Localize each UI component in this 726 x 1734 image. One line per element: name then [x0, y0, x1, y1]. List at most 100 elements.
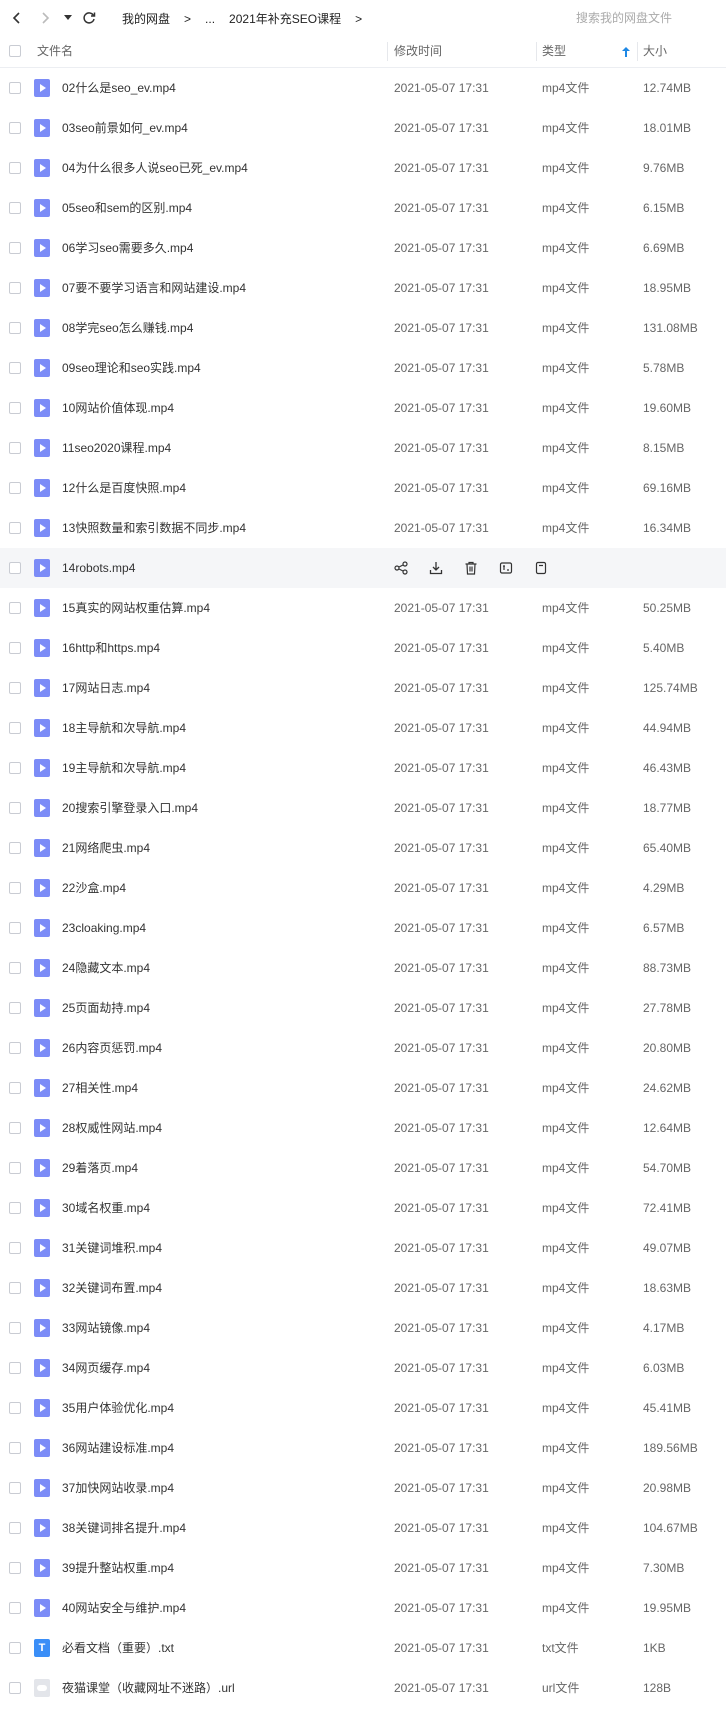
file-name[interactable]: 22沙盒.mp4	[62, 868, 126, 908]
row-checkbox[interactable]	[9, 82, 21, 94]
file-name[interactable]: 夜猫课堂（收藏网址不迷路）.url	[62, 1668, 235, 1708]
row-checkbox[interactable]	[9, 1042, 21, 1054]
file-row[interactable]: 14robots.mp4	[0, 548, 726, 588]
file-name[interactable]: 38关键词排名提升.mp4	[62, 1508, 186, 1548]
file-name[interactable]: 29着落页.mp4	[62, 1148, 138, 1188]
row-checkbox[interactable]	[9, 442, 21, 454]
row-checkbox[interactable]	[9, 402, 21, 414]
row-checkbox[interactable]	[9, 682, 21, 694]
file-name[interactable]: 32关键词布置.mp4	[62, 1268, 162, 1308]
file-row[interactable]: 19主导航和次导航.mp4 2021-05-07 17:31 mp4文件 46.…	[0, 748, 726, 788]
file-row[interactable]: 11seo2020课程.mp4 2021-05-07 17:31 mp4文件 8…	[0, 428, 726, 468]
file-row[interactable]: 28权威性网站.mp4 2021-05-07 17:31 mp4文件 12.64…	[0, 1108, 726, 1148]
row-checkbox[interactable]	[9, 1002, 21, 1014]
row-checkbox[interactable]	[9, 1562, 21, 1574]
file-row[interactable]: 16http和https.mp4 2021-05-07 17:31 mp4文件 …	[0, 628, 726, 668]
file-row[interactable]: 夜猫课堂（收藏网址不迷路）.url 2021-05-07 17:31 url文件…	[0, 1668, 726, 1708]
delete-icon[interactable]	[462, 559, 480, 577]
row-checkbox[interactable]	[9, 122, 21, 134]
file-name[interactable]: 33网站镜像.mp4	[62, 1308, 150, 1348]
file-row[interactable]: 38关键词排名提升.mp4 2021-05-07 17:31 mp4文件 104…	[0, 1508, 726, 1548]
file-row[interactable]: 35用户体验优化.mp4 2021-05-07 17:31 mp4文件 45.4…	[0, 1388, 726, 1428]
file-name[interactable]: 34网页缓存.mp4	[62, 1348, 150, 1388]
file-row[interactable]: 37加快网站收录.mp4 2021-05-07 17:31 mp4文件 20.9…	[0, 1468, 726, 1508]
file-row[interactable]: 32关键词布置.mp4 2021-05-07 17:31 mp4文件 18.63…	[0, 1268, 726, 1308]
column-header-name[interactable]: 文件名	[37, 36, 73, 67]
file-name[interactable]: 10网站价值体现.mp4	[62, 388, 174, 428]
file-row[interactable]: 30域名权重.mp4 2021-05-07 17:31 mp4文件 72.41M…	[0, 1188, 726, 1228]
file-row[interactable]: 15真实的网站权重估算.mp4 2021-05-07 17:31 mp4文件 5…	[0, 588, 726, 628]
file-name[interactable]: 17网站日志.mp4	[62, 668, 150, 708]
file-name[interactable]: 37加快网站收录.mp4	[62, 1468, 174, 1508]
search-input[interactable]	[574, 10, 718, 26]
file-row[interactable]: 31关键词堆积.mp4 2021-05-07 17:31 mp4文件 49.07…	[0, 1228, 726, 1268]
row-checkbox[interactable]	[9, 1122, 21, 1134]
file-row[interactable]: 10网站价值体现.mp4 2021-05-07 17:31 mp4文件 19.6…	[0, 388, 726, 428]
row-checkbox[interactable]	[9, 802, 21, 814]
file-row[interactable]: T 必看文档（重要）.txt 2021-05-07 17:31 txt文件 1K…	[0, 1628, 726, 1668]
row-checkbox[interactable]	[9, 1642, 21, 1654]
file-row[interactable]: 27相关性.mp4 2021-05-07 17:31 mp4文件 24.62MB	[0, 1068, 726, 1108]
file-row[interactable]: 17网站日志.mp4 2021-05-07 17:31 mp4文件 125.74…	[0, 668, 726, 708]
file-name[interactable]: 02什么是seo_ev.mp4	[62, 68, 176, 108]
file-name[interactable]: 25页面劫持.mp4	[62, 988, 150, 1028]
row-checkbox[interactable]	[9, 362, 21, 374]
row-checkbox[interactable]	[9, 602, 21, 614]
file-name[interactable]: 必看文档（重要）.txt	[62, 1628, 174, 1668]
file-name[interactable]: 15真实的网站权重估算.mp4	[62, 588, 210, 628]
breadcrumb-root[interactable]: 我的网盘	[122, 10, 170, 27]
row-checkbox[interactable]	[9, 1522, 21, 1534]
file-row[interactable]: 02什么是seo_ev.mp4 2021-05-07 17:31 mp4文件 1…	[0, 68, 726, 108]
file-name[interactable]: 13快照数量和索引数据不同步.mp4	[62, 508, 246, 548]
file-name[interactable]: 19主导航和次导航.mp4	[62, 748, 186, 788]
file-row[interactable]: 25页面劫持.mp4 2021-05-07 17:31 mp4文件 27.78M…	[0, 988, 726, 1028]
history-dropdown[interactable]	[62, 9, 74, 27]
file-name[interactable]: 20搜索引擎登录入口.mp4	[62, 788, 198, 828]
file-row[interactable]: 07要不要学习语言和网站建设.mp4 2021-05-07 17:31 mp4文…	[0, 268, 726, 308]
row-checkbox[interactable]	[9, 842, 21, 854]
row-checkbox[interactable]	[9, 722, 21, 734]
column-header-modified[interactable]: 修改时间	[394, 36, 442, 67]
breadcrumb-current[interactable]: 2021年补充SEO课程	[229, 10, 341, 27]
breadcrumb-ellipsis[interactable]: ...	[205, 12, 215, 26]
sort-ascending-icon[interactable]	[622, 47, 630, 57]
row-checkbox[interactable]	[9, 282, 21, 294]
file-name[interactable]: 23cloaking.mp4	[62, 908, 146, 948]
file-name[interactable]: 18主导航和次导航.mp4	[62, 708, 186, 748]
file-name[interactable]: 30域名权重.mp4	[62, 1188, 150, 1228]
file-name[interactable]: 06学习seo需要多久.mp4	[62, 228, 193, 268]
row-checkbox[interactable]	[9, 1322, 21, 1334]
row-checkbox[interactable]	[9, 962, 21, 974]
share-icon[interactable]	[392, 559, 410, 577]
file-name[interactable]: 31关键词堆积.mp4	[62, 1228, 162, 1268]
file-row[interactable]: 12什么是百度快照.mp4 2021-05-07 17:31 mp4文件 69.…	[0, 468, 726, 508]
file-row[interactable]: 22沙盒.mp4 2021-05-07 17:31 mp4文件 4.29MB	[0, 868, 726, 908]
file-row[interactable]: 34网页缓存.mp4 2021-05-07 17:31 mp4文件 6.03MB	[0, 1348, 726, 1388]
file-row[interactable]: 40网站安全与维护.mp4 2021-05-07 17:31 mp4文件 19.…	[0, 1588, 726, 1628]
file-row[interactable]: 21网络爬虫.mp4 2021-05-07 17:31 mp4文件 65.40M…	[0, 828, 726, 868]
column-divider[interactable]	[387, 42, 388, 61]
refresh-button[interactable]	[80, 9, 98, 27]
file-name[interactable]: 04为什么很多人说seo已死_ev.mp4	[62, 148, 248, 188]
column-header-type[interactable]: 类型	[542, 36, 566, 67]
row-checkbox[interactable]	[9, 242, 21, 254]
back-button[interactable]	[8, 9, 26, 27]
row-checkbox[interactable]	[9, 1682, 21, 1694]
file-name[interactable]: 36网站建设标准.mp4	[62, 1428, 174, 1468]
file-row[interactable]: 26内容页惩罚.mp4 2021-05-07 17:31 mp4文件 20.80…	[0, 1028, 726, 1068]
row-checkbox[interactable]	[9, 1482, 21, 1494]
file-row[interactable]: 23cloaking.mp4 2021-05-07 17:31 mp4文件 6.…	[0, 908, 726, 948]
file-name[interactable]: 12什么是百度快照.mp4	[62, 468, 186, 508]
file-name[interactable]: 35用户体验优化.mp4	[62, 1388, 174, 1428]
row-checkbox[interactable]	[9, 1602, 21, 1614]
download-icon[interactable]	[427, 559, 445, 577]
file-name[interactable]: 11seo2020课程.mp4	[62, 428, 171, 468]
file-name[interactable]: 03seo前景如何_ev.mp4	[62, 108, 188, 148]
row-checkbox[interactable]	[9, 882, 21, 894]
row-checkbox[interactable]	[9, 162, 21, 174]
file-name[interactable]: 28权威性网站.mp4	[62, 1108, 162, 1148]
file-row[interactable]: 08学完seo怎么赚钱.mp4 2021-05-07 17:31 mp4文件 1…	[0, 308, 726, 348]
file-name[interactable]: 07要不要学习语言和网站建设.mp4	[62, 268, 246, 308]
row-checkbox[interactable]	[9, 1442, 21, 1454]
file-row[interactable]: 09seo理论和seo实践.mp4 2021-05-07 17:31 mp4文件…	[0, 348, 726, 388]
